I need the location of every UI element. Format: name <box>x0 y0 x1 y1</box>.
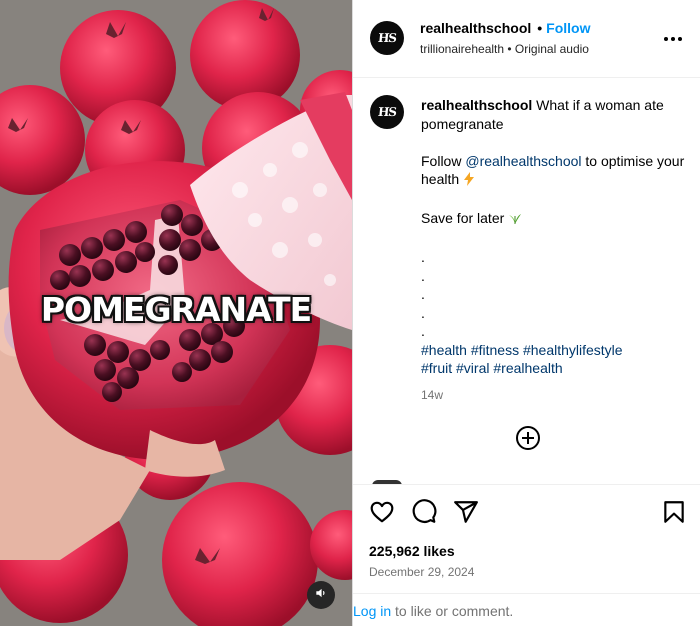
hashtag-link[interactable]: #fitness <box>471 342 519 358</box>
hashtag-link[interactable]: #health <box>421 342 467 358</box>
overlay-caption: POMEGRANATE <box>40 290 312 329</box>
save-text: Save for later <box>421 210 505 226</box>
plus-circle-icon <box>515 426 541 455</box>
avatar[interactable]: HS <box>370 21 404 55</box>
post-header: HS realhealthschool • Follow trillionaireh… <box>353 0 700 78</box>
herb-emoji-icon <box>508 211 522 230</box>
login-link[interactable]: Log in <box>353 603 391 619</box>
like-button[interactable] <box>369 499 395 525</box>
bookmark-icon <box>661 501 687 529</box>
post-age[interactable]: 14w <box>421 386 689 405</box>
author-username[interactable]: realhealthschool <box>420 20 531 36</box>
dot-line: . <box>421 267 425 284</box>
speaker-icon <box>314 586 328 605</box>
more-options-button[interactable] <box>662 28 684 50</box>
share-button[interactable] <box>453 499 479 525</box>
heart-icon <box>369 501 395 529</box>
hashtag-link[interactable]: #fruit <box>421 360 452 376</box>
hashtag-link[interactable]: #realhealth <box>493 360 562 376</box>
login-prompt-text: to like or comment. <box>395 603 514 619</box>
mention-link[interactable]: @realhealthschool <box>465 153 581 169</box>
audio-attribution[interactable]: trillionairehealth • Original audio <box>420 42 589 56</box>
audio-toggle-button[interactable] <box>307 581 335 609</box>
load-more-comments-button[interactable] <box>515 425 541 451</box>
share-icon <box>453 501 479 529</box>
separator-dot: • <box>537 20 543 36</box>
likes-count[interactable]: 225,962 likes <box>369 543 455 559</box>
caption-username[interactable]: realhealthschool <box>421 97 532 113</box>
dot-line: . <box>421 304 425 321</box>
caption-section: HS realhealthschool What if a woman ate … <box>353 79 700 486</box>
post-date: December 29, 2024 <box>369 565 475 579</box>
follow-prefix: Follow <box>421 152 462 169</box>
follow-button[interactable]: Follow <box>546 20 590 36</box>
post-media[interactable]: POMEGRANATE <box>0 0 352 626</box>
hashtag-link[interactable]: #viral <box>456 360 489 376</box>
lightning-emoji-icon <box>463 172 475 191</box>
save-button[interactable] <box>661 499 687 525</box>
login-prompt: Log in to like or comment. <box>353 593 700 626</box>
comment-button[interactable] <box>411 499 437 525</box>
avatar[interactable]: HS <box>370 95 404 129</box>
caption-text: realhealthschool What if a woman ate pom… <box>421 96 689 404</box>
comment-icon <box>411 499 437 529</box>
more-options-icon <box>662 37 684 54</box>
action-bar: 225,962 likes December 29, 2024 Log in t… <box>353 484 700 626</box>
dot-line: . <box>421 286 425 302</box>
hashtag-link[interactable]: #healthylifestyle <box>523 342 623 358</box>
dot-line: . <box>421 249 425 265</box>
dot-line: . <box>421 323 425 339</box>
post-panel: HS realhealthschool • Follow trillionaireh… <box>352 0 700 626</box>
